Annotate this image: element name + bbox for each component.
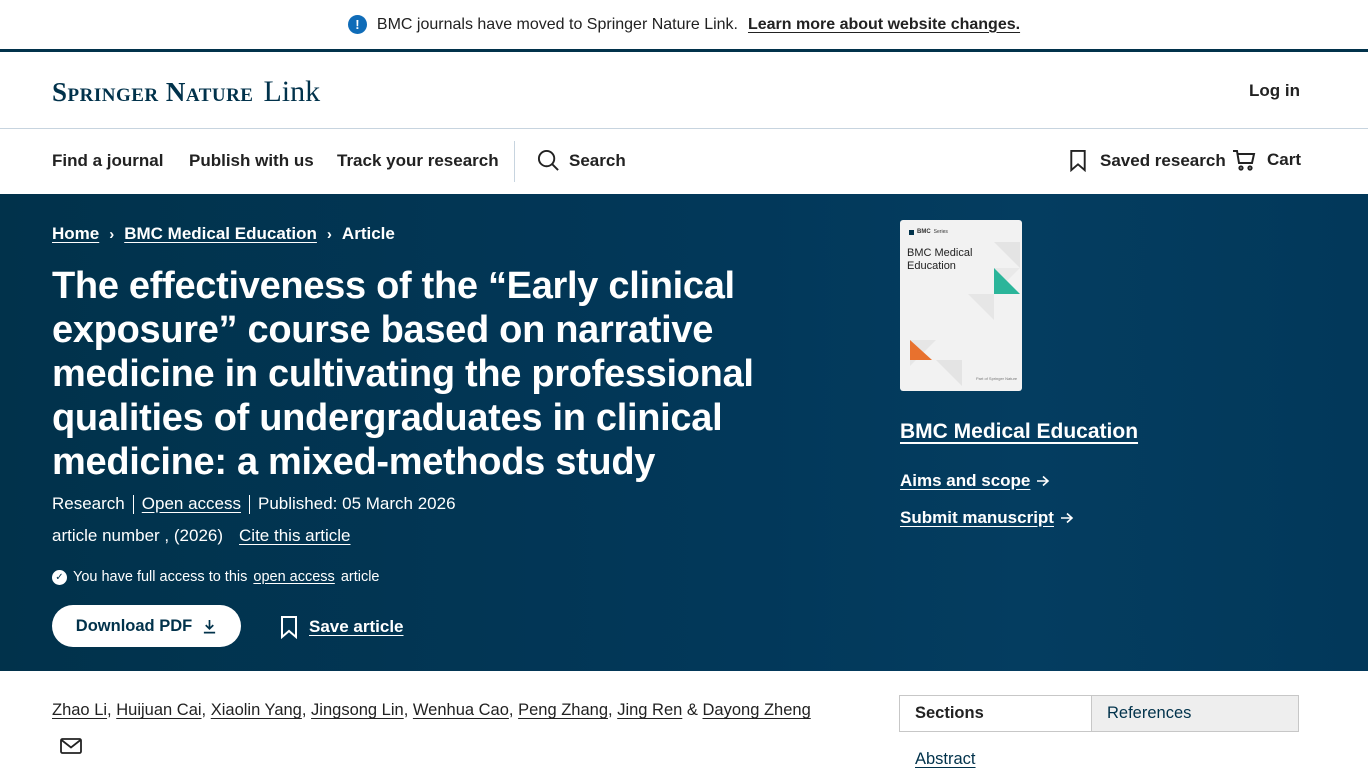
breadcrumb-home[interactable]: Home — [52, 224, 99, 244]
nav-find-journal[interactable]: Find a journal — [52, 151, 163, 171]
author-link[interactable]: Dayong Zheng — [703, 701, 811, 719]
meta-divider — [249, 494, 250, 514]
tab-sections[interactable]: Sections — [900, 696, 1091, 731]
author-separator: , — [608, 701, 613, 719]
author-link[interactable]: Jing Ren — [617, 701, 682, 719]
logo-main: Springer Nature — [52, 77, 254, 107]
saved-research-label: Saved research — [1100, 150, 1226, 170]
download-pdf-label: Download PDF — [75, 616, 193, 635]
chevron-right-icon: › — [109, 225, 115, 243]
aims-scope-label: Aims and scope — [900, 471, 1031, 490]
check-circle-icon: ✓ — [52, 569, 67, 585]
search-label: Search — [569, 150, 626, 170]
arrow-right-icon — [1037, 475, 1050, 487]
journal-name-link[interactable]: BMC Medical Education — [900, 420, 1138, 444]
author-separator: , — [301, 701, 307, 719]
breadcrumb: Home › BMC Medical Education › Article — [52, 224, 395, 244]
author-link[interactable]: Huijuan Cai — [116, 701, 201, 719]
section-link-abstract[interactable]: Abstract — [915, 750, 976, 769]
tab-references[interactable]: References — [1091, 696, 1298, 731]
sections-tabs: Sections References — [899, 695, 1299, 732]
springer-nature-link-logo[interactable]: Springer Nature Link — [52, 75, 320, 109]
access-suffix: article — [340, 569, 380, 585]
nav-track-research[interactable]: Track your research — [337, 151, 499, 171]
author-separator: , — [403, 701, 409, 719]
main-nav: Find a journal Publish with us Track you… — [0, 129, 1368, 194]
search-button[interactable]: Search — [537, 149, 626, 172]
cover-footer: Part of Springer Nature — [976, 376, 1018, 381]
breadcrumb-current: Article — [341, 224, 395, 243]
bookmark-icon — [281, 616, 297, 639]
bookmark-icon — [1070, 149, 1086, 172]
save-article-label: Save article — [309, 617, 404, 636]
submit-manuscript-link[interactable]: Submit manuscript — [900, 508, 1074, 528]
article-number-row: article number , (2026) Cite this articl… — [52, 526, 351, 546]
journal-cover[interactable]: BMC Series BMC Medical Education Part of… — [900, 220, 1022, 391]
nav-publish[interactable]: Publish with us — [189, 151, 314, 171]
saved-research-link[interactable]: Saved research — [1068, 149, 1226, 172]
submit-manuscript-label: Submit manuscript — [900, 508, 1054, 527]
notice-bar: ! BMC journals have moved to Springer Na… — [0, 0, 1368, 52]
cart-icon — [1233, 150, 1256, 171]
notice-link[interactable]: Learn more about website changes. — [748, 16, 1020, 34]
author-separator: , — [201, 701, 207, 719]
cover-pattern — [910, 242, 1020, 386]
author-list: Zhao Li, Huijuan Cai, Xiaolin Yang, Jing… — [52, 701, 811, 720]
site-header: Springer Nature Link Log in — [0, 55, 1368, 129]
cite-article-link[interactable]: Cite this article — [239, 526, 350, 546]
author-link[interactable]: Zhao Li — [52, 701, 107, 719]
open-access-link[interactable]: Open access — [142, 494, 241, 514]
author-separator: , — [107, 701, 112, 719]
save-article-button[interactable]: Save article — [279, 615, 404, 639]
article-title: The effectiveness of the “Early clinical… — [52, 265, 754, 483]
logo-sub: Link — [263, 75, 321, 108]
aims-scope-link[interactable]: Aims and scope — [900, 471, 1050, 491]
meta-divider — [132, 494, 134, 514]
search-icon — [537, 149, 559, 171]
article-type: Research — [52, 494, 125, 513]
access-open-access-link[interactable]: open access — [253, 569, 334, 585]
author-link[interactable]: Xiaolin Yang — [211, 701, 302, 719]
cart-link[interactable]: Cart — [1232, 149, 1301, 171]
cart-label: Cart — [1267, 150, 1302, 169]
download-icon — [204, 619, 216, 633]
notice-text: BMC journals have moved to Springer Natu… — [376, 15, 738, 33]
info-icon: ! — [347, 15, 367, 34]
nav-divider — [514, 141, 515, 182]
article-hero: Home › BMC Medical Education › Article T… — [0, 194, 1368, 671]
article-number: article number , (2026) — [52, 526, 224, 545]
article-meta: Research Open access Published: 05 March… — [52, 494, 456, 514]
author-link[interactable]: Jingsong Lin — [311, 701, 404, 719]
chevron-right-icon: › — [326, 225, 332, 243]
login-link[interactable]: Log in — [1249, 81, 1300, 101]
author-conjunction: & — [686, 701, 698, 719]
arrow-right-icon — [1060, 512, 1074, 524]
author-link[interactable]: Wenhua Cao — [413, 701, 509, 719]
download-pdf-button[interactable]: Download PDF — [52, 605, 241, 647]
published-date: Published: 05 March 2026 — [258, 494, 456, 513]
access-note: ✓ You have full access to this open acce… — [52, 569, 380, 585]
author-separator: , — [508, 701, 514, 719]
access-prefix: You have full access to this — [73, 569, 248, 585]
author-link[interactable]: Peng Zhang — [518, 701, 608, 719]
mail-icon[interactable] — [60, 738, 82, 754]
breadcrumb-journal[interactable]: BMC Medical Education — [124, 224, 317, 244]
